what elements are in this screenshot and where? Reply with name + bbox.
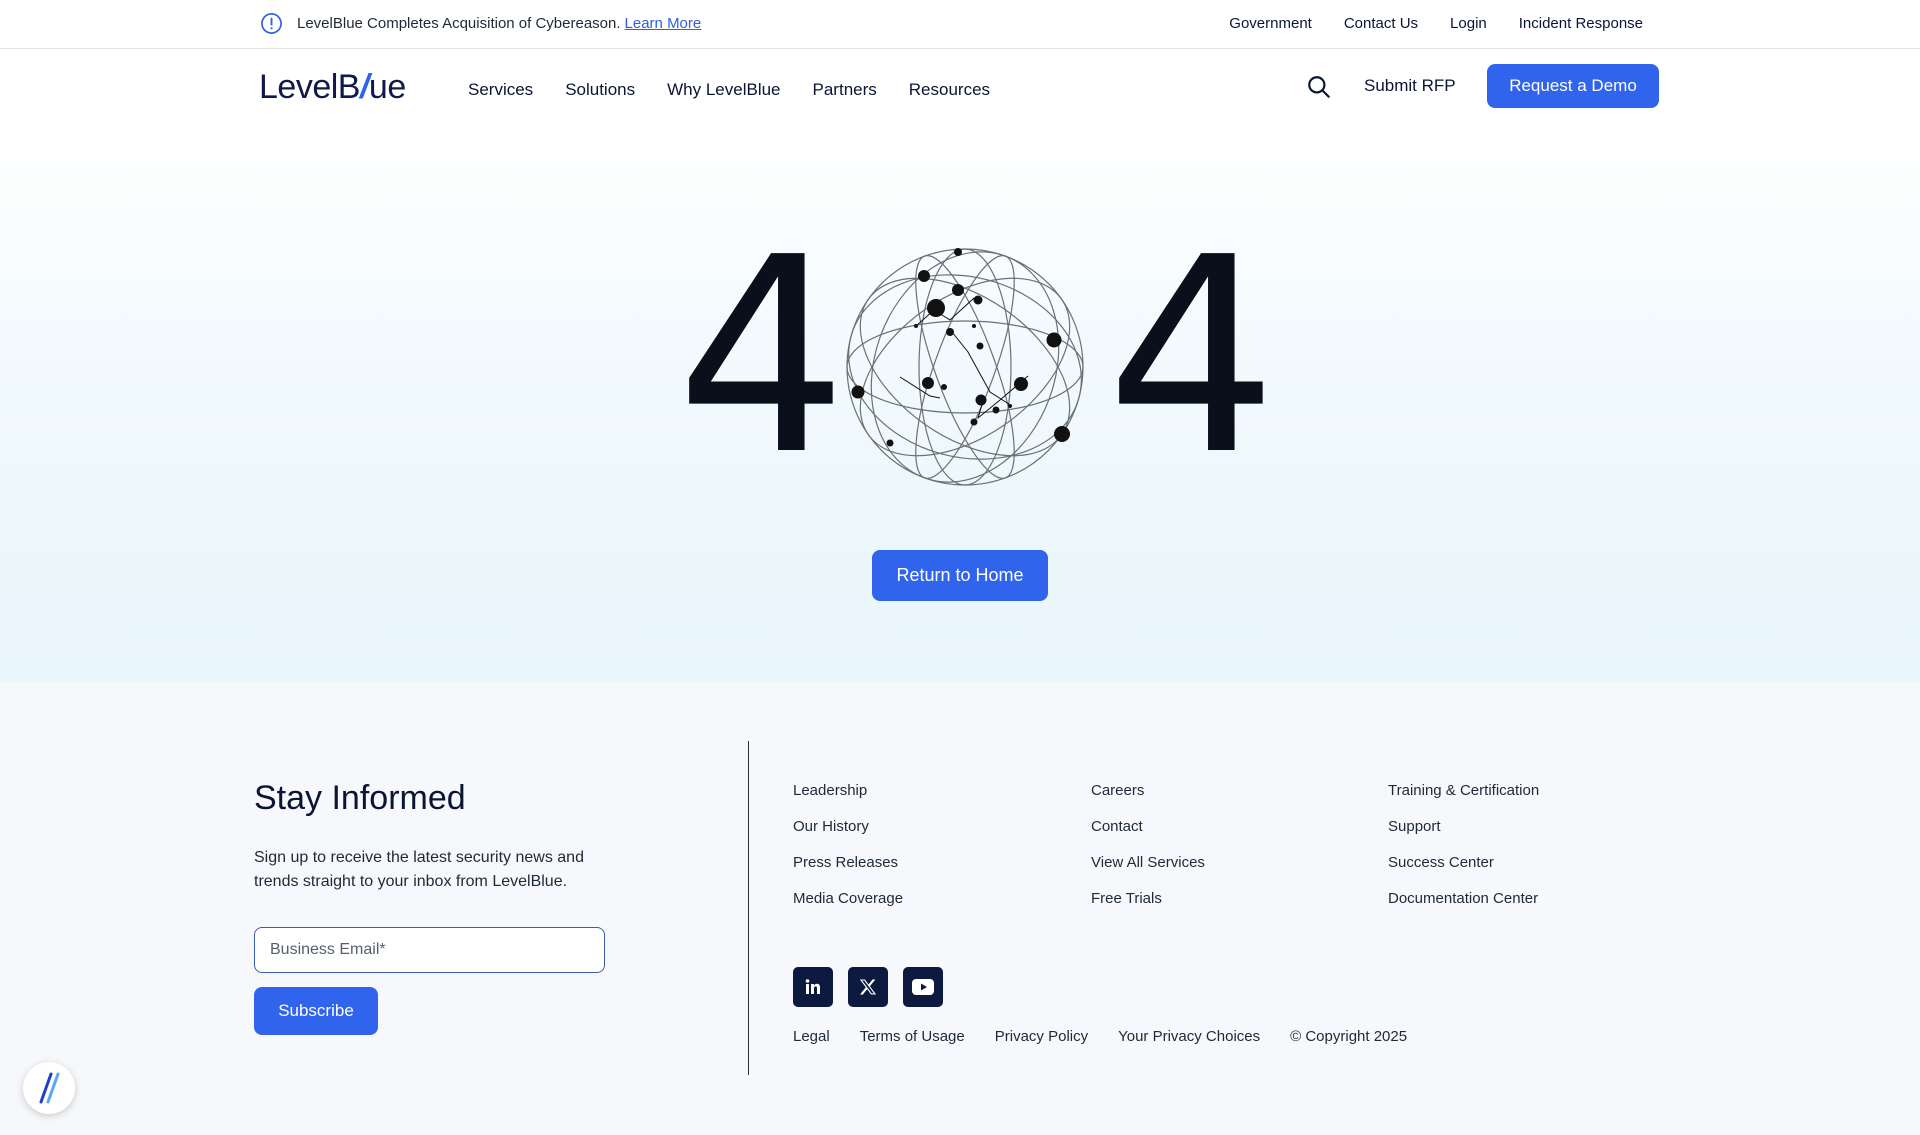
legal-links: Legal Terms of Usage Privacy Policy Your… (793, 1028, 1407, 1045)
linkedin-icon (805, 979, 820, 994)
footer-link-support[interactable]: Support (1388, 817, 1539, 836)
social-links (793, 967, 943, 1007)
logo-text-2: ue (368, 68, 406, 106)
request-demo-button[interactable]: Request a Demo (1487, 64, 1659, 108)
footer-link-documentation-center[interactable]: Documentation Center (1388, 889, 1539, 908)
footer-link-free-trials[interactable]: Free Trials (1091, 889, 1205, 908)
main-header: LevelB/ue Services Solutions Why LevelBl… (0, 50, 1920, 130)
nav-why-levelblue[interactable]: Why LevelBlue (667, 80, 780, 100)
error-digit-left: 4 (676, 199, 848, 514)
error-digit-right: 4 (1106, 199, 1278, 514)
error-hero: 4 4 Return to Home (0, 130, 1920, 681)
footer-divider (748, 741, 749, 1075)
privacy-policy-link[interactable]: Privacy Policy (995, 1028, 1088, 1045)
primary-nav: Services Solutions Why LevelBlue Partner… (468, 80, 990, 100)
business-email-input[interactable] (254, 927, 605, 973)
privacy-choices-link[interactable]: Your Privacy Choices (1118, 1028, 1260, 1045)
stay-informed-title: Stay Informed (254, 779, 466, 817)
footer-link-view-all-services[interactable]: View All Services (1091, 853, 1205, 872)
chat-widget-button[interactable] (23, 1062, 75, 1114)
footer-link-press-releases[interactable]: Press Releases (793, 853, 903, 872)
nav-resources[interactable]: Resources (909, 80, 990, 100)
x-icon (859, 979, 877, 995)
announcement: LevelBlue Completes Acquisition of Cyber… (260, 12, 701, 35)
footer-column-support: Training & Certification Support Success… (1388, 781, 1539, 908)
logo-slash: / (359, 68, 369, 106)
footer-link-leadership[interactable]: Leadership (793, 781, 903, 800)
learn-more-link[interactable]: Learn More (625, 15, 702, 32)
subscribe-button[interactable]: Subscribe (254, 987, 378, 1035)
nav-solutions[interactable]: Solutions (565, 80, 635, 100)
youtube-button[interactable] (903, 967, 943, 1007)
footer-link-training[interactable]: Training & Certification (1388, 781, 1539, 800)
footer-link-our-history[interactable]: Our History (793, 817, 903, 836)
utility-link-contact-us[interactable]: Contact Us (1344, 15, 1418, 32)
footer-link-success-center[interactable]: Success Center (1388, 853, 1539, 872)
globe-network-icon (846, 248, 1084, 486)
utility-link-login[interactable]: Login (1450, 15, 1487, 32)
terms-of-usage-link[interactable]: Terms of Usage (860, 1028, 965, 1045)
return-home-button[interactable]: Return to Home (872, 550, 1048, 601)
search-icon[interactable] (1306, 74, 1332, 100)
levelblue-slash-icon (39, 1072, 60, 1104)
announcement-bar: LevelBlue Completes Acquisition of Cyber… (0, 0, 1920, 49)
stay-informed-text: Sign up to receive the latest security n… (254, 849, 584, 890)
logo-text-b: B (337, 68, 361, 106)
levelblue-logo[interactable]: LevelB/ue (259, 68, 406, 107)
legal-link[interactable]: Legal (793, 1028, 830, 1045)
linkedin-button[interactable] (793, 967, 833, 1007)
footer-column-company: Leadership Our History Press Releases Me… (793, 781, 903, 908)
footer-link-contact[interactable]: Contact (1091, 817, 1205, 836)
footer-link-media-coverage[interactable]: Media Coverage (793, 889, 903, 908)
utility-link-incident-response[interactable]: Incident Response (1519, 15, 1643, 32)
x-button[interactable] (848, 967, 888, 1007)
footer-column-engage: Careers Contact View All Services Free T… (1091, 781, 1205, 908)
info-icon (261, 13, 282, 34)
utility-link-government[interactable]: Government (1229, 15, 1312, 32)
copyright-text: © Copyright 2025 (1290, 1028, 1408, 1045)
youtube-icon (912, 979, 934, 995)
logo-text-1: Level (259, 68, 338, 106)
announcement-text: LevelBlue Completes Acquisition of Cyber… (297, 15, 621, 32)
nav-partners[interactable]: Partners (813, 80, 877, 100)
submit-rfp-link[interactable]: Submit RFP (1364, 76, 1456, 96)
footer-link-careers[interactable]: Careers (1091, 781, 1205, 800)
nav-services[interactable]: Services (468, 80, 533, 100)
footer: Stay Informed Sign up to receive the lat… (0, 681, 1920, 1135)
utility-nav: Government Contact Us Login Incident Res… (1229, 15, 1643, 32)
